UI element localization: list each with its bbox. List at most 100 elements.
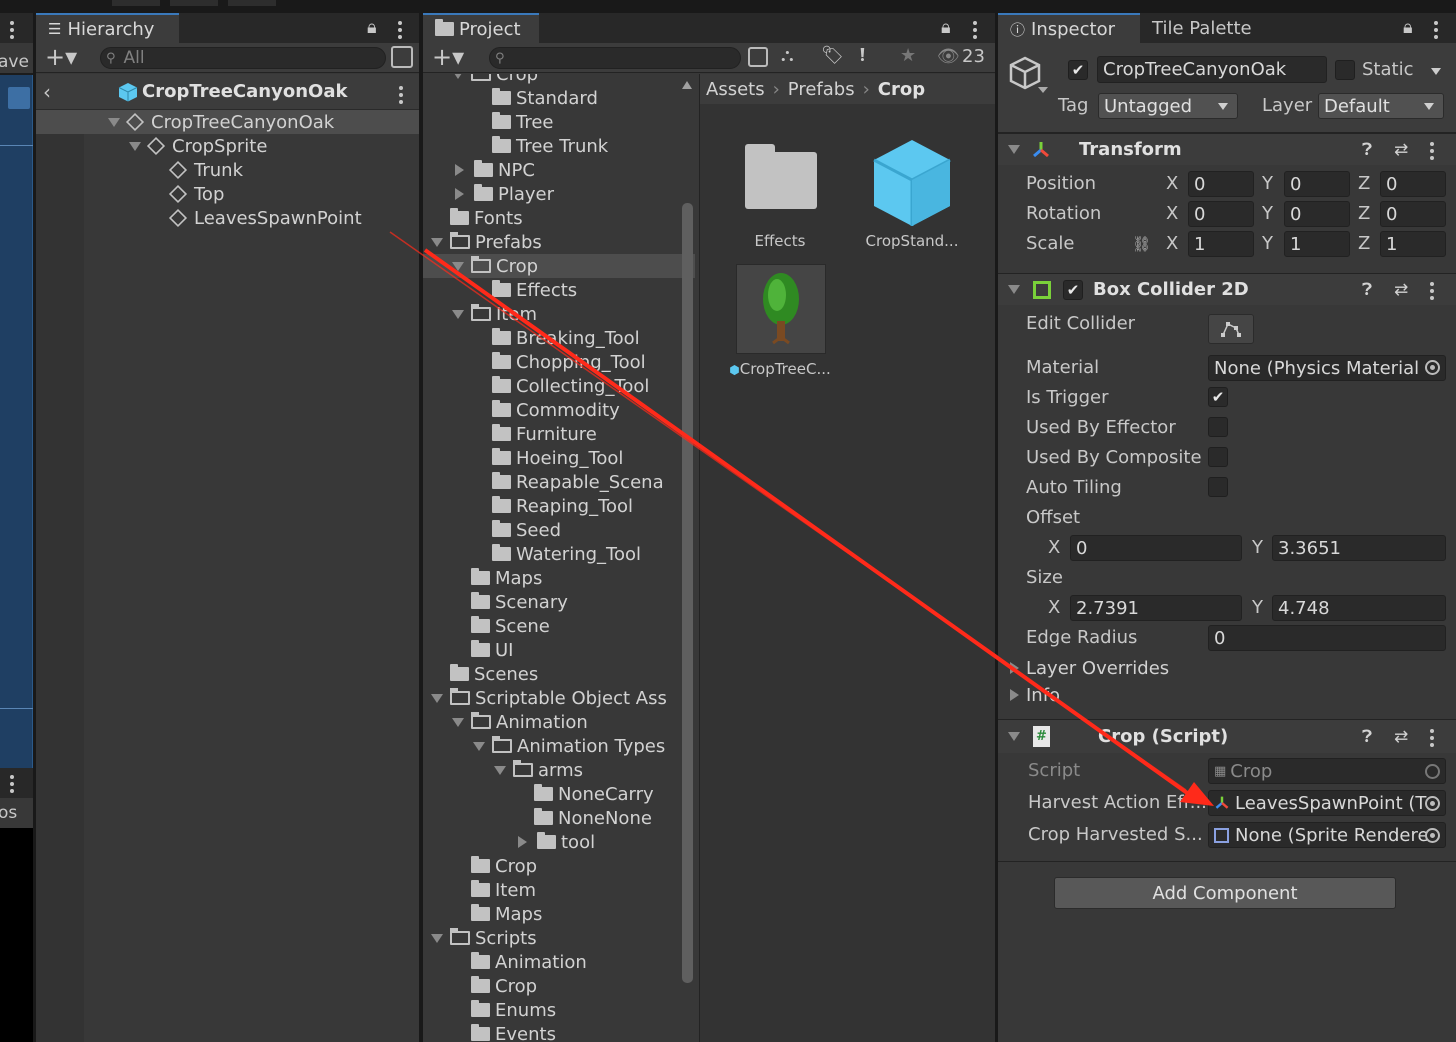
- transform-x-field[interactable]: 0: [1188, 171, 1254, 197]
- tree-folder-item[interactable]: NoneNone: [423, 806, 695, 830]
- tree-folder-item[interactable]: Breaking_Tool: [423, 326, 695, 350]
- tree-folder-item[interactable]: Furniture: [423, 422, 695, 446]
- hierarchy-item[interactable]: LeavesSpawnPoint: [168, 206, 362, 230]
- info-foldout[interactable]: Info: [1010, 684, 1060, 706]
- harvest-action-effect-field[interactable]: LeavesSpawnPoint (T: [1208, 790, 1446, 816]
- tree-folder-item[interactable]: Fonts: [423, 206, 695, 230]
- presets-icon[interactable]: ⇄: [1394, 727, 1408, 747]
- tree-folder-item[interactable]: Animation: [423, 710, 695, 734]
- fold-open-icon[interactable]: [108, 117, 120, 127]
- tab-project[interactable]: Project: [423, 13, 539, 43]
- fold-open-icon[interactable]: [452, 309, 464, 319]
- tree-scrollbar[interactable]: [682, 203, 693, 983]
- asset-croptree-prefab[interactable]: ⬢CropTreeC...: [720, 262, 840, 392]
- tab-hierarchy[interactable]: ☰ Hierarchy: [36, 13, 179, 43]
- object-name-field[interactable]: CropTreeCanyonOak: [1097, 56, 1327, 83]
- tree-folder-item[interactable]: Animation: [423, 950, 695, 974]
- is-trigger-checkbox[interactable]: ✔: [1208, 387, 1228, 407]
- component-menu[interactable]: [1430, 282, 1434, 286]
- component-enabled-checkbox[interactable]: ✔: [1063, 279, 1083, 300]
- tree-folder-item[interactable]: Commodity: [423, 398, 695, 422]
- edit-collider-button[interactable]: [1208, 314, 1254, 344]
- label-icon[interactable]: 🏷︎: [821, 45, 844, 66]
- auto-tiling-checkbox[interactable]: [1208, 477, 1228, 497]
- tree-folder-item[interactable]: Animation Types: [423, 734, 695, 758]
- fold-open-icon[interactable]: [431, 693, 443, 703]
- transform-y-field[interactable]: 1: [1284, 231, 1350, 257]
- tree-folder-item[interactable]: Seed: [423, 518, 695, 542]
- dropdown-button[interactable]: [8, 87, 30, 109]
- breadcrumb-item[interactable]: Crop: [878, 79, 925, 100]
- transform-x-field[interactable]: 0: [1188, 201, 1254, 227]
- tree-folder-item[interactable]: Watering_Tool: [423, 542, 695, 566]
- tree-folder-item[interactable]: Scenary: [423, 590, 695, 614]
- edge-radius-field[interactable]: 0: [1208, 625, 1446, 651]
- hierarchy-menu[interactable]: [398, 21, 402, 25]
- transform-y-field[interactable]: 0: [1284, 171, 1350, 197]
- tree-folder-item[interactable]: Events: [423, 1022, 695, 1042]
- size-y-field[interactable]: 4.748: [1272, 595, 1446, 621]
- presets-icon[interactable]: ⇄: [1394, 280, 1408, 300]
- object-picker-icon[interactable]: [1425, 796, 1440, 811]
- filter-type-icon[interactable]: ⛬: [781, 45, 794, 66]
- fold-open-icon[interactable]: [431, 237, 443, 247]
- fold-open-icon[interactable]: [1008, 285, 1020, 294]
- presets-icon[interactable]: ⇄: [1394, 140, 1408, 160]
- material-field[interactable]: None (Physics Material: [1208, 355, 1446, 381]
- favorite-star-icon[interactable]: ★: [900, 45, 916, 66]
- tab-tile-palette[interactable]: Tile Palette: [1152, 13, 1252, 43]
- component-menu[interactable]: [1430, 729, 1434, 733]
- fold-open-icon[interactable]: [431, 933, 443, 943]
- hierarchy-item-root[interactable]: CropTreeCanyonOak: [108, 110, 334, 134]
- tree-folder-item[interactable]: Prefabs: [423, 230, 695, 254]
- tree-folder-item[interactable]: Crop: [423, 254, 695, 278]
- object-picker-icon[interactable]: [1425, 828, 1440, 843]
- fold-open-icon[interactable]: [1008, 732, 1020, 741]
- project-menu[interactable]: [973, 21, 977, 25]
- tree-folder-item[interactable]: Item: [423, 878, 695, 902]
- link-icon[interactable]: ⛓︎: [1132, 235, 1151, 253]
- help-icon[interactable]: ❓︎: [1362, 727, 1372, 747]
- size-x-field[interactable]: 2.7391: [1070, 595, 1242, 621]
- lock-icon[interactable]: 🔒︎: [367, 17, 377, 38]
- layer-overrides-foldout[interactable]: Layer Overrides: [1010, 657, 1169, 679]
- transform-z-field[interactable]: 0: [1380, 201, 1446, 227]
- scene-visibility-button[interactable]: [391, 46, 413, 68]
- tree-folder-item[interactable]: Reaping_Tool: [423, 494, 695, 518]
- tree-folder-item[interactable]: Tree Trunk: [423, 134, 695, 158]
- search-mode-button[interactable]: [748, 47, 768, 67]
- offset-x-field[interactable]: 0: [1070, 535, 1242, 561]
- used-by-composite-checkbox[interactable]: [1208, 447, 1228, 467]
- tag-dropdown[interactable]: Untagged: [1098, 93, 1238, 119]
- lock-icon[interactable]: 🔒︎: [941, 17, 951, 38]
- tree-folder-item[interactable]: Scene: [423, 614, 695, 638]
- transform-y-field[interactable]: 0: [1284, 201, 1350, 227]
- transform-z-field[interactable]: 1: [1380, 231, 1446, 257]
- tree-folder-item[interactable]: arms: [423, 758, 695, 782]
- help-icon[interactable]: ❓︎: [1362, 280, 1372, 300]
- lock-icon[interactable]: 🔒︎: [1403, 17, 1413, 38]
- inspector-menu[interactable]: [1434, 21, 1438, 25]
- tree-folder-item[interactable]: NoneCarry: [423, 782, 695, 806]
- tree-folder-item[interactable]: Collecting_Tool: [423, 374, 695, 398]
- crop-harvested-sprite-field[interactable]: None (Sprite Rendere: [1208, 822, 1446, 848]
- fold-open-icon[interactable]: [1008, 145, 1020, 154]
- breadcrumb-item[interactable]: Prefabs: [788, 79, 855, 100]
- static-dropdown[interactable]: [1431, 68, 1441, 75]
- project-search-input[interactable]: ⚲: [489, 47, 741, 69]
- static-checkbox[interactable]: [1335, 60, 1355, 80]
- transform-x-field[interactable]: 1: [1188, 231, 1254, 257]
- fold-closed-icon[interactable]: [455, 164, 464, 176]
- add-button[interactable]: +▾: [45, 43, 77, 71]
- tree-folder-item[interactable]: Reapable_Scena: [423, 470, 695, 494]
- fold-closed-icon[interactable]: [455, 188, 464, 200]
- add-component-button[interactable]: Add Component: [1054, 877, 1396, 909]
- eye-icon[interactable]: 👁︎: [937, 46, 960, 67]
- tree-folder-item[interactable]: Chopping_Tool: [423, 350, 695, 374]
- tree-folder-item[interactable]: Maps: [423, 902, 695, 926]
- transform-z-field[interactable]: 0: [1380, 171, 1446, 197]
- fold-open-icon[interactable]: [473, 741, 485, 751]
- tab-inspector[interactable]: ⓘ Inspector: [998, 13, 1140, 43]
- fold-open-icon[interactable]: [452, 717, 464, 727]
- used-by-effector-checkbox[interactable]: [1208, 417, 1228, 437]
